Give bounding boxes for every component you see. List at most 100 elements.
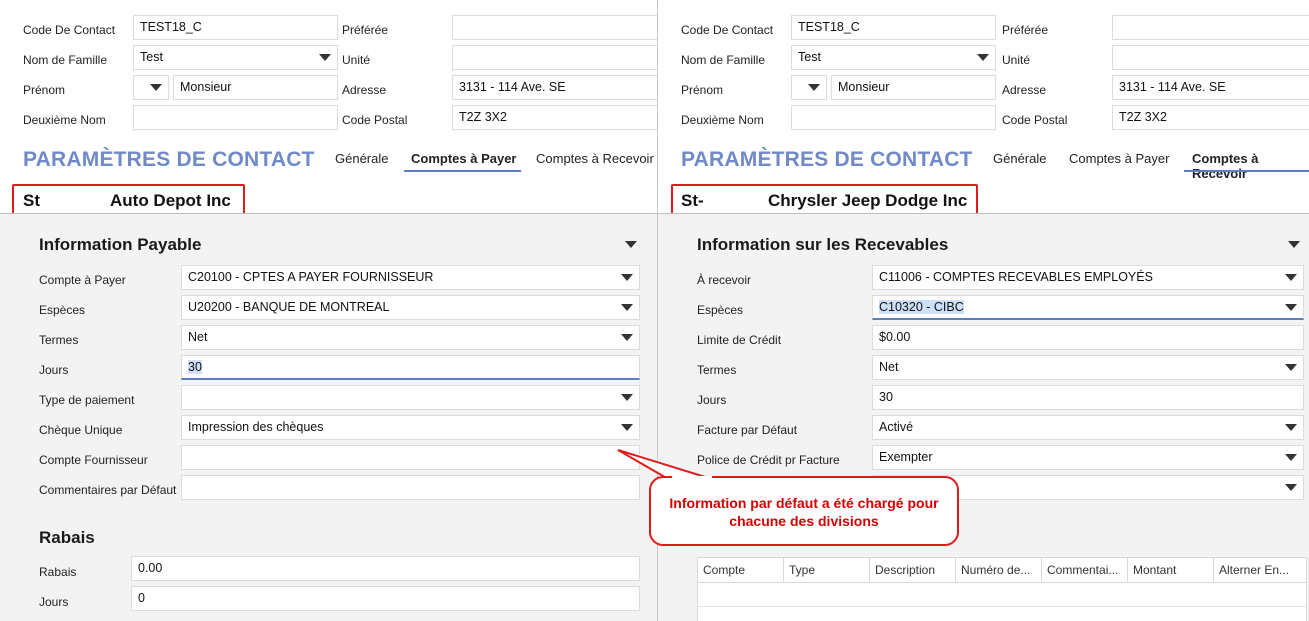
chevron-down-icon[interactable] bbox=[1285, 364, 1297, 371]
police-credit-select[interactable]: Exempter bbox=[872, 445, 1304, 470]
preferee-field[interactable] bbox=[1112, 15, 1309, 40]
termes-value: Net bbox=[879, 360, 899, 374]
nom-label: Nom de Famille bbox=[23, 53, 108, 67]
prenom-field[interactable]: Monsieur bbox=[831, 75, 996, 100]
limite-credit-label: Limite de Crédit bbox=[697, 333, 782, 347]
tab-comptes-recevoir[interactable]: Comptes à Recevoir bbox=[536, 151, 654, 166]
grid-header-numero[interactable]: Numéro de... bbox=[956, 558, 1042, 582]
termes-value: Net bbox=[188, 330, 208, 344]
chevron-down-icon[interactable] bbox=[1285, 484, 1297, 491]
chevron-down-icon[interactable] bbox=[1285, 454, 1297, 461]
nom-value: Test bbox=[798, 50, 821, 64]
compte-fournisseur-label: Compte Fournisseur bbox=[39, 453, 148, 467]
postal-field[interactable]: T2Z 3X2 bbox=[452, 105, 657, 130]
adresse-field[interactable]: 3131 - 114 Ave. SE bbox=[1112, 75, 1309, 100]
type-paiement-select[interactable] bbox=[181, 385, 640, 410]
compte-payer-label: Compte à Payer bbox=[39, 273, 126, 287]
callout-box: Information par défaut a été chargé pour… bbox=[649, 476, 959, 546]
postal-label: Code Postal bbox=[342, 113, 408, 127]
adresse-label: Adresse bbox=[342, 83, 387, 97]
police-credit-value: Exempter bbox=[879, 450, 933, 464]
chevron-down-icon[interactable] bbox=[621, 424, 633, 431]
jours-field[interactable]: 30 bbox=[181, 355, 640, 380]
unite-field[interactable] bbox=[452, 45, 657, 70]
especes-label: Espèces bbox=[697, 303, 744, 317]
deuxieme-field[interactable] bbox=[791, 105, 996, 130]
nom-field[interactable]: Test bbox=[133, 45, 338, 70]
chevron-down-icon[interactable] bbox=[1285, 424, 1297, 431]
chevron-down-icon[interactable] bbox=[621, 304, 633, 311]
salutation-select[interactable] bbox=[791, 75, 827, 100]
grid-header-alterner[interactable]: Alterner En... bbox=[1214, 558, 1306, 582]
tab-generale[interactable]: Générale bbox=[335, 151, 388, 166]
callout-text: Information par défaut a été chargé pour… bbox=[669, 495, 939, 529]
tab-comptes-recevoir[interactable]: Comptes à Recevoir bbox=[1192, 151, 1309, 181]
especes-select[interactable]: U20200 - BANQUE DE MONTREAL bbox=[181, 295, 640, 320]
tab-comptes-payer[interactable]: Comptes à Payer bbox=[1069, 151, 1169, 166]
facture-defaut-select[interactable]: Activé bbox=[872, 415, 1304, 440]
section-title-recevables: Information sur les Recevables bbox=[697, 235, 949, 254]
chevron-down-icon[interactable] bbox=[621, 334, 633, 341]
grid-header-type[interactable]: Type bbox=[784, 558, 870, 582]
especes-value: U20200 - BANQUE DE MONTREAL bbox=[188, 300, 390, 314]
grid-row-divider bbox=[698, 606, 1306, 607]
grid-header-description[interactable]: Description bbox=[870, 558, 956, 582]
jours-label: Jours bbox=[39, 363, 69, 377]
nom-field[interactable]: Test bbox=[791, 45, 996, 70]
salutation-select[interactable] bbox=[133, 75, 169, 100]
cheque-unique-select[interactable]: Impression des chèques bbox=[181, 415, 640, 440]
a-recevoir-label: À recevoir bbox=[697, 273, 752, 287]
prenom-label: Prénom bbox=[23, 83, 66, 97]
chevron-down-icon[interactable] bbox=[977, 54, 989, 61]
cheque-unique-label: Chèque Unique bbox=[39, 423, 123, 437]
chevron-down-icon[interactable] bbox=[808, 84, 820, 91]
rabais-jours-field[interactable]: 0 bbox=[131, 586, 640, 611]
facture-defaut-label: Facture par Défaut bbox=[697, 423, 798, 437]
collapse-section-icon[interactable] bbox=[625, 241, 637, 248]
division-highlight bbox=[671, 184, 978, 216]
payables-panel: Code De Contact TEST18_C Nom de Famille … bbox=[0, 0, 657, 621]
grid-header-commentaire[interactable]: Commentai... bbox=[1042, 558, 1128, 582]
adresse-label: Adresse bbox=[1002, 83, 1047, 97]
rabais-label: Rabais bbox=[39, 565, 77, 579]
prenom-label: Prénom bbox=[681, 83, 724, 97]
prenom-field[interactable]: Monsieur bbox=[173, 75, 338, 100]
preferee-field[interactable] bbox=[452, 15, 657, 40]
especes-select[interactable]: C10320 - CIBC bbox=[872, 295, 1304, 320]
postal-field[interactable]: T2Z 3X2 bbox=[1112, 105, 1309, 130]
preferee-label: Préférée bbox=[342, 23, 389, 37]
jours-field[interactable]: 30 bbox=[872, 385, 1304, 410]
chevron-down-icon[interactable] bbox=[1285, 304, 1297, 311]
tab-comptes-payer[interactable]: Comptes à Payer bbox=[411, 151, 517, 166]
code-label: Code De Contact bbox=[23, 23, 116, 37]
unite-field[interactable] bbox=[1112, 45, 1309, 70]
grid-header-compte[interactable]: Compte bbox=[698, 558, 784, 582]
preferee-label: Préférée bbox=[1002, 23, 1049, 37]
limite-credit-field[interactable]: $0.00 bbox=[872, 325, 1304, 350]
chevron-down-icon[interactable] bbox=[621, 274, 633, 281]
cheque-unique-value: Impression des chèques bbox=[188, 420, 324, 434]
code-field[interactable]: TEST18_C bbox=[133, 15, 338, 40]
chevron-down-icon[interactable] bbox=[1285, 274, 1297, 281]
page-title: PARAMÈTRES DE CONTACT bbox=[681, 148, 973, 171]
commentaires-field[interactable] bbox=[181, 475, 640, 500]
rabais-field[interactable]: 0.00 bbox=[131, 556, 640, 581]
chevron-down-icon[interactable] bbox=[621, 394, 633, 401]
allocation-grid[interactable]: Compte Type Description Numéro de... Com… bbox=[697, 557, 1307, 621]
a-recevoir-select[interactable]: C11006 - COMPTES RECEVABLES EMPLOYÉS bbox=[872, 265, 1304, 290]
compte-payer-select[interactable]: C20100 - CPTES A PAYER FOURNISSEUR bbox=[181, 265, 640, 290]
termes-select[interactable]: Net bbox=[181, 325, 640, 350]
chevron-down-icon[interactable] bbox=[150, 84, 162, 91]
termes-select[interactable]: Net bbox=[872, 355, 1304, 380]
code-field[interactable]: TEST18_C bbox=[791, 15, 996, 40]
collapse-section-icon[interactable] bbox=[1288, 241, 1300, 248]
contact-header: Code De Contact TEST18_C Nom de Famille … bbox=[0, 0, 657, 138]
compte-fournisseur-field[interactable] bbox=[181, 445, 640, 470]
chevron-down-icon[interactable] bbox=[319, 54, 331, 61]
tab-generale[interactable]: Générale bbox=[993, 151, 1046, 166]
commentaires-label: Commentaires par Défaut bbox=[39, 483, 177, 497]
grid-header-montant[interactable]: Montant bbox=[1128, 558, 1214, 582]
especes-label: Espèces bbox=[39, 303, 86, 317]
deuxieme-field[interactable] bbox=[133, 105, 338, 130]
adresse-field[interactable]: 3131 - 114 Ave. SE bbox=[452, 75, 657, 100]
